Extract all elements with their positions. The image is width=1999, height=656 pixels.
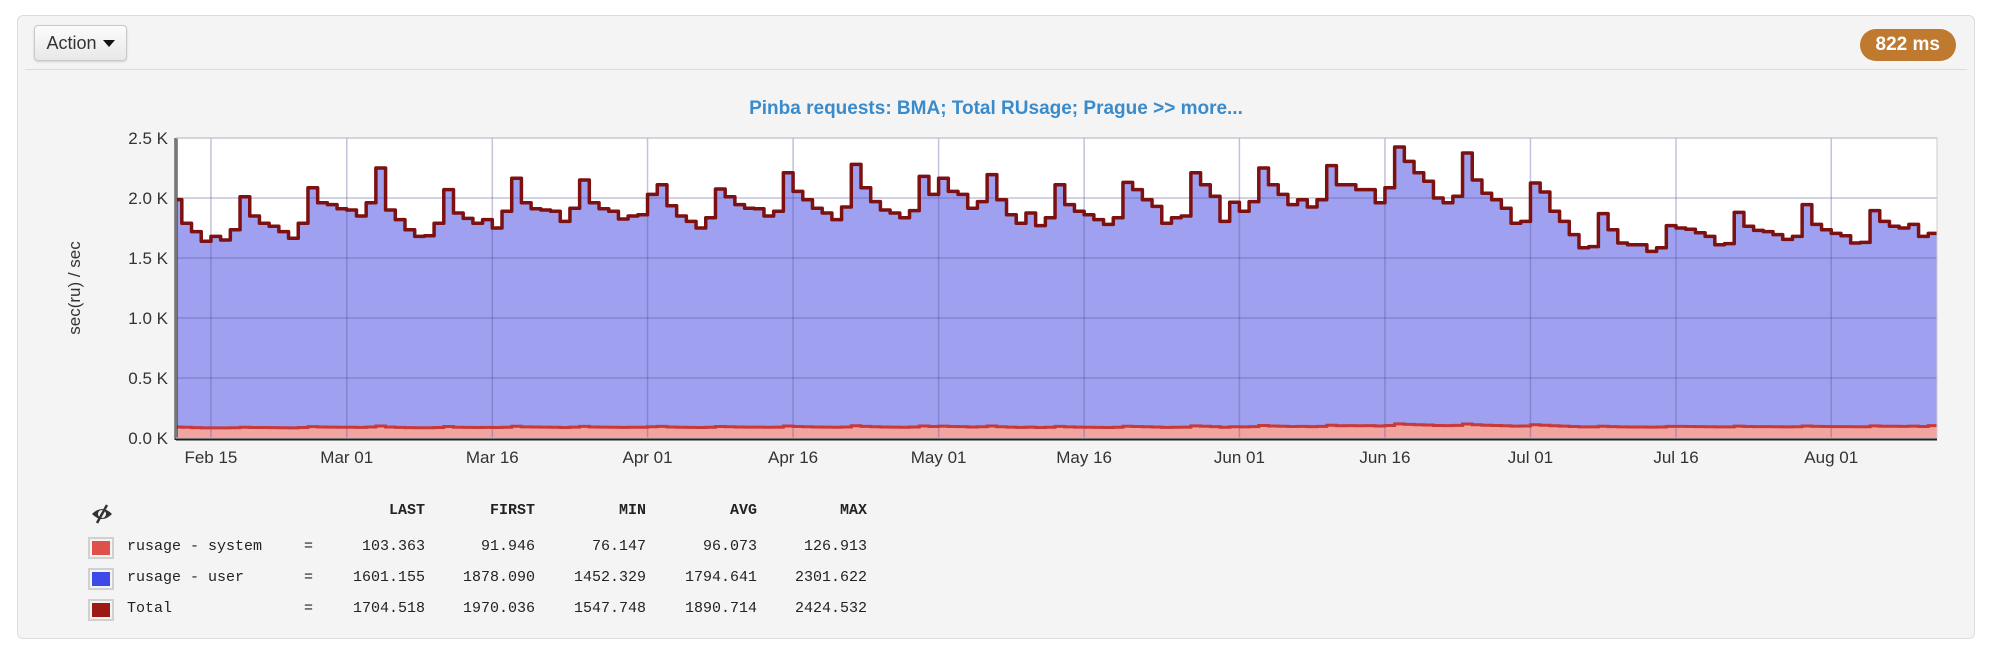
legend-column-header: AVG xyxy=(729,502,757,519)
legend-value: 1452.329 xyxy=(573,569,646,586)
legend-value: 91.946 xyxy=(480,538,535,555)
legend-value: 96.073 xyxy=(702,538,757,555)
swatch-color xyxy=(92,603,110,617)
x-tick-label: Mar 16 xyxy=(466,448,519,467)
legend-column-header: MIN xyxy=(618,502,646,519)
y-tick-label: 1.0 K xyxy=(128,309,168,328)
legend-value: 126.913 xyxy=(803,538,867,555)
eye-slash-icon[interactable] xyxy=(90,502,114,526)
chart: 0.0 K 0.5 K 1.0 K 1.5 K 2.0 K 2.5 K Feb 15 Mar … xyxy=(65,129,1938,467)
x-tick-label: May 16 xyxy=(1056,448,1112,467)
legend-series-name: rusage - user xyxy=(127,569,245,586)
y-axis-label: sec(ru) / sec xyxy=(65,241,84,335)
x-tick-label: Aug 01 xyxy=(1804,448,1858,467)
legend-value: 1794.641 xyxy=(684,569,757,586)
legend-value: 1890.714 xyxy=(684,600,757,617)
series-toggle-swatch[interactable] xyxy=(88,537,114,559)
y-tick-label: 0.5 K xyxy=(128,369,168,388)
swatch-color xyxy=(92,572,110,586)
y-tick-label: 2.0 K xyxy=(128,189,168,208)
legend-value: 2424.532 xyxy=(794,600,867,617)
equals-sign: = xyxy=(304,569,314,586)
legend-column-header: FIRST xyxy=(489,502,535,519)
legend-value: 103.363 xyxy=(361,538,425,555)
legend-value: 1547.748 xyxy=(573,600,646,617)
legend-value: 76.147 xyxy=(591,538,646,555)
swatch-color xyxy=(92,541,110,555)
legend-value: 1878.090 xyxy=(462,569,535,586)
y-tick-label: 1.5 K xyxy=(128,249,168,268)
x-tick-label: Jul 01 xyxy=(1508,448,1553,467)
x-tick-label: Jun 16 xyxy=(1359,448,1410,467)
x-tick-label: Apr 01 xyxy=(622,448,672,467)
legend-value: 1704.518 xyxy=(352,600,425,617)
y-tick-label: 2.5 K xyxy=(128,129,168,148)
legend-column-header: MAX xyxy=(839,502,867,519)
legend-value: 1970.036 xyxy=(462,600,535,617)
x-tick-label: Jul 16 xyxy=(1653,448,1698,467)
y-tick-label: 0.0 K xyxy=(128,429,168,448)
legend-column-header: LAST xyxy=(388,502,425,519)
legend-value: 2301.622 xyxy=(794,569,867,586)
x-tick-label: May 01 xyxy=(911,448,967,467)
x-tick-label: Feb 15 xyxy=(184,448,237,467)
legend-series-name: Total xyxy=(127,600,173,617)
legend-value: 1601.155 xyxy=(352,569,425,586)
equals-sign: = xyxy=(304,538,314,555)
x-tick-label: Jun 01 xyxy=(1214,448,1265,467)
series-toggle-swatch[interactable] xyxy=(88,568,114,590)
equals-sign: = xyxy=(304,600,314,617)
x-tick-label: Apr 16 xyxy=(768,448,818,467)
series-toggle-swatch[interactable] xyxy=(88,599,114,621)
legend-series-name: rusage - system xyxy=(127,538,263,555)
x-tick-label: Mar 01 xyxy=(320,448,373,467)
